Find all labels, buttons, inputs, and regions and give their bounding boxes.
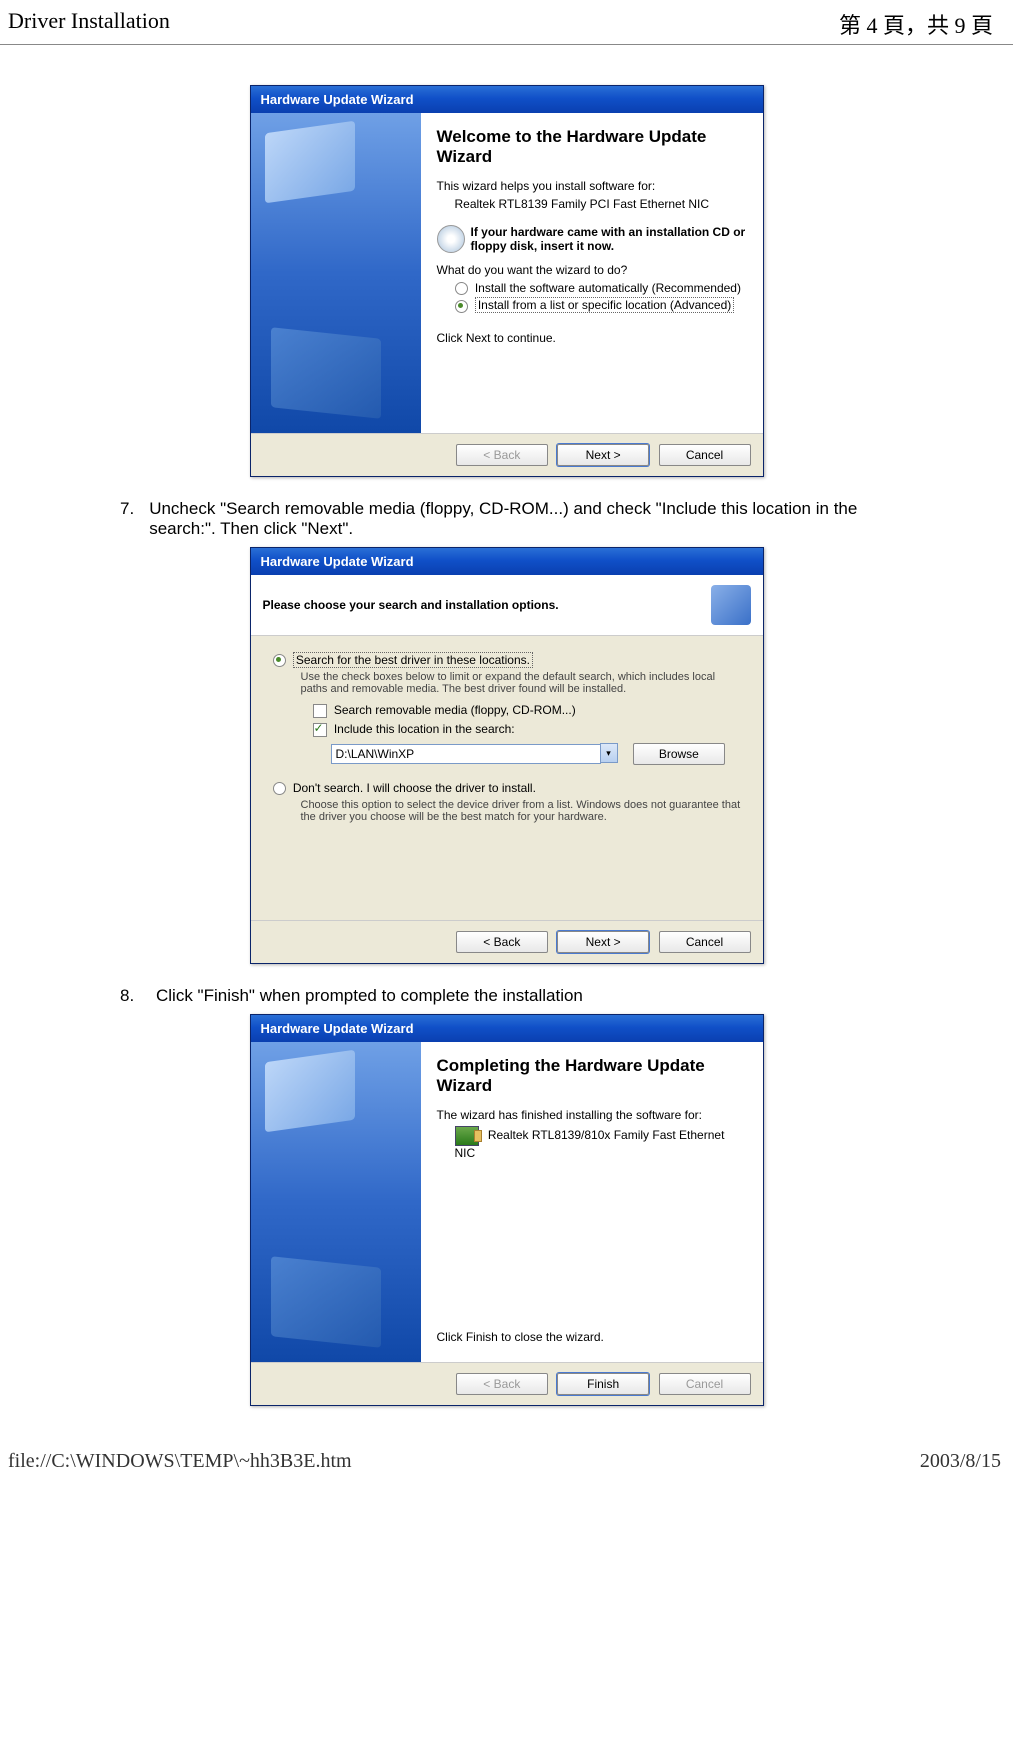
header-left: Driver Installation	[8, 8, 170, 40]
wizard-heading: Welcome to the Hardware Update Wizard	[437, 127, 747, 167]
titlebar: Hardware Update Wizard	[251, 548, 763, 575]
titlebar: Hardware Update Wizard	[251, 1015, 763, 1042]
step-8: 8. Click "Finish" when prompted to compl…	[120, 986, 893, 1006]
dropdown-arrow-icon[interactable]: ▾	[600, 743, 618, 763]
step-number: 7.	[120, 499, 149, 539]
cd-icon	[437, 225, 465, 253]
radio-label: Install the software automatically (Reco…	[475, 281, 741, 295]
radio-icon	[455, 282, 468, 295]
back-button: < Back	[456, 1373, 548, 1395]
back-button[interactable]: < Back	[456, 931, 548, 953]
wizard-dialog-complete: Hardware Update Wizard Completing the Ha…	[250, 1014, 764, 1406]
intro-text: The wizard has finished installing the s…	[437, 1108, 747, 1122]
cancel-button[interactable]: Cancel	[659, 444, 751, 466]
radio-icon-selected	[455, 300, 468, 313]
finish-button[interactable]: Finish	[557, 1373, 649, 1395]
wizard-question: What do you want the wizard to do?	[437, 263, 747, 277]
device-name: Realtek RTL8139 Family PCI Fast Ethernet…	[455, 197, 747, 211]
checkbox-icon-checked	[313, 723, 327, 737]
wizard-header-icon	[711, 585, 751, 625]
wizard-dialog-search-options: Hardware Update Wizard Please choose you…	[250, 547, 764, 964]
radio-label: Don't search. I will choose the driver t…	[293, 781, 536, 795]
wizard-dialog-welcome: Hardware Update Wizard Welcome to the Ha…	[250, 85, 764, 477]
checkbox-icon	[313, 704, 327, 718]
radio-label: Search for the best driver in these loca…	[293, 652, 533, 668]
footer-left: file://C:\WINDOWS\TEMP\~hh3B3E.htm	[8, 1450, 352, 1473]
intro-text: This wizard helps you install software f…	[437, 179, 747, 193]
checkbox-label: Search removable media (floppy, CD-ROM..…	[334, 703, 576, 717]
page-header: Driver Installation 第 4 頁，共 9 頁	[0, 0, 1013, 45]
cd-instruction: If your hardware came with an installati…	[471, 225, 747, 253]
footer-right: 2003/8/15	[920, 1450, 1001, 1473]
cancel-button[interactable]: Cancel	[659, 931, 751, 953]
device-name: Realtek RTL8139/810x Family Fast Etherne…	[455, 1128, 725, 1160]
continue-text: Click Finish to close the wizard.	[437, 1330, 747, 1344]
cancel-button: Cancel	[659, 1373, 751, 1395]
radio-advanced[interactable]: Install from a list or specific location…	[455, 298, 747, 312]
checkbox-include-location[interactable]: Include this location in the search:	[313, 722, 741, 737]
back-button: < Back	[456, 444, 548, 466]
step-number: 8.	[120, 986, 156, 1006]
dont-search-subtext: Choose this option to select the device …	[301, 799, 741, 823]
header-right: 第 4 頁，共 9 頁	[839, 8, 993, 40]
search-subtext: Use the check boxes below to limit or ex…	[301, 671, 741, 695]
radio-search-locations[interactable]: Search for the best driver in these loca…	[273, 653, 741, 667]
wizard-sidebar-image	[251, 1042, 421, 1362]
wizard-heading: Completing the Hardware Update Wizard	[437, 1056, 747, 1096]
step-7: 7. Uncheck "Search removable media (flop…	[120, 499, 893, 539]
titlebar: Hardware Update Wizard	[251, 86, 763, 113]
checkbox-removable-media[interactable]: Search removable media (floppy, CD-ROM..…	[313, 703, 741, 718]
radio-dont-search[interactable]: Don't search. I will choose the driver t…	[273, 781, 741, 795]
wizard-sidebar-image	[251, 113, 421, 433]
checkbox-label: Include this location in the search:	[334, 722, 515, 736]
network-device-icon	[455, 1126, 479, 1146]
path-input[interactable]: D:\LAN\WinXP	[331, 744, 601, 764]
dialog-header: Please choose your search and installati…	[263, 598, 559, 612]
page-footer: file://C:\WINDOWS\TEMP\~hh3B3E.htm 2003/…	[0, 1448, 1013, 1473]
radio-label: Install from a list or specific location…	[475, 297, 734, 313]
browse-button[interactable]: Browse	[633, 743, 725, 765]
next-button[interactable]: Next >	[557, 931, 649, 953]
step-text: Click "Finish" when prompted to complete…	[156, 986, 583, 1006]
next-button[interactable]: Next >	[557, 444, 649, 466]
radio-icon-selected	[273, 654, 286, 667]
radio-icon	[273, 782, 286, 795]
radio-auto[interactable]: Install the software automatically (Reco…	[455, 281, 747, 295]
step-text: Uncheck "Search removable media (floppy,…	[149, 499, 893, 539]
continue-text: Click Next to continue.	[437, 331, 747, 345]
